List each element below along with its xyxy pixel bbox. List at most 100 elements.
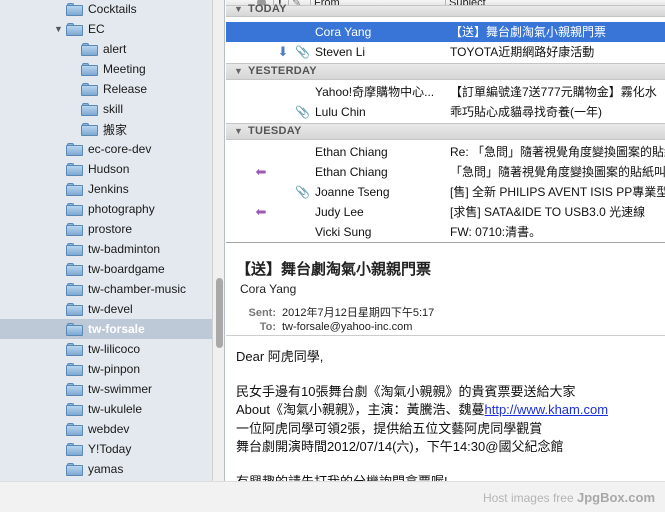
folder-icon <box>66 322 83 336</box>
attachment-paperclip-icon: 📎 <box>295 185 310 199</box>
collapse-triangle-icon[interactable]: ▼ <box>234 64 243 79</box>
disclosure-triangle-expanded-icon[interactable]: ▼ <box>54 24 64 34</box>
folder-icon <box>81 42 98 56</box>
folder-hudson[interactable]: Hudson <box>0 159 212 179</box>
folder-yamas[interactable]: yamas <box>0 459 212 479</box>
folder-ec-core-dev[interactable]: ec-core-dev <box>0 139 212 159</box>
folder-tw-forsale[interactable]: tw-forsale <box>0 319 212 339</box>
folder-tw-devel[interactable]: tw-devel <box>0 299 212 319</box>
folder-label: webdev <box>88 422 130 436</box>
preview-sender[interactable]: Cora Yang <box>240 282 296 296</box>
folder-moving[interactable]: 搬家 <box>0 119 212 139</box>
watermark-text: Host images free JpgBox.com <box>482 490 655 505</box>
folder-icon <box>66 282 83 296</box>
message-row[interactable]: Yahoo!奇摩購物中心... 【訂單編號逢7送777元購物金】霧化水 <box>226 82 665 102</box>
message-row[interactable]: ⬅ Judy Lee [求售] SATA&IDE TO USB3.0 光速線 <box>226 202 665 222</box>
folder-label: Y!Today <box>88 442 132 456</box>
message-preview: 【送】舞台劇淘氣小親親門票 Cora Yang Sent: 2012年7月12日星… <box>226 244 665 481</box>
message-row[interactable]: Cora Yang 【送】舞台劇淘氣小親親門票 <box>226 22 665 42</box>
body-line: 民女手邊有10張舞台劇《淘氣小親親》的貴賓票要送給大家 <box>236 383 576 399</box>
message-from: Vicki Sung <box>315 225 372 239</box>
folder-photography[interactable]: photography <box>0 199 212 219</box>
folder-webdev[interactable]: webdev <box>0 419 212 439</box>
preview-divider <box>226 335 665 336</box>
message-from: Joanne Tseng <box>315 185 390 199</box>
folder-icon <box>66 142 83 156</box>
folder-tw-ukulele[interactable]: tw-ukulele <box>0 399 212 419</box>
folder-icon <box>66 302 83 316</box>
preview-to-line: To: tw-forsale@yahoo-inc.com <box>226 321 413 333</box>
watermark-footer: Host images free JpgBox.com <box>0 481 665 512</box>
folder-label: tw-devel <box>88 302 133 316</box>
collapse-triangle-icon[interactable]: ▼ <box>234 2 243 17</box>
sent-value: 2012年7月12日星期四下午5:17 <box>282 307 435 319</box>
folder-meeting[interactable]: Meeting <box>0 59 212 79</box>
folder-label: tw-swimmer <box>88 382 152 396</box>
group-header-yesterday[interactable]: ▼ YESTERDAY <box>226 63 665 80</box>
group-header-tuesday[interactable]: ▼ TUESDAY <box>226 123 665 140</box>
message-from: Ethan Chiang <box>315 165 388 179</box>
message-row[interactable]: 📎 Lulu Chin 乖巧貼心成貓尋找奇養(一年) <box>226 102 665 122</box>
folder-label: prostore <box>88 222 133 236</box>
collapse-triangle-icon[interactable]: ▼ <box>234 124 243 139</box>
folder-label: tw-forsale <box>88 322 145 336</box>
folder-icon <box>81 82 98 96</box>
group-header-today[interactable]: ▼ TODAY <box>226 2 665 17</box>
message-row[interactable]: ⬅ Ethan Chiang 「急問」隨著視覺角度變換圖案的貼紙叫 <box>226 162 665 182</box>
folder-icon <box>66 462 83 476</box>
message-from: Ethan Chiang <box>315 145 388 159</box>
preview-sent-line: Sent: 2012年7月12日星期四下午5:17 <box>226 304 435 320</box>
body-greeting: Dear 阿虎同學, <box>236 349 324 364</box>
folder-label: yamas <box>88 462 124 476</box>
folder-label: Hudson <box>88 162 130 176</box>
message-subject: Re: 「急問」隨著視覺角度變換圖案的貼紙 <box>450 145 665 159</box>
preview-body: Dear 阿虎同學, 民女手邊有10張舞台劇《淘氣小親親》的貴賓票要送給大家 A… <box>236 348 665 481</box>
folder-alert[interactable]: alert <box>0 39 212 59</box>
folder-tw-badminton[interactable]: tw-badminton <box>0 239 212 259</box>
message-row[interactable]: Vicki Sung FW: 0710:清書。 <box>226 222 665 242</box>
preview-subject: 【送】舞台劇淘氣小親親門票 <box>236 261 432 278</box>
folder-label: 搬家 <box>103 122 128 137</box>
folder-label: alert <box>103 42 127 56</box>
folder-icon <box>66 22 83 36</box>
folder-tw-chamber-music[interactable]: tw-chamber-music <box>0 279 212 299</box>
message-from: Yahoo!奇摩購物中心... <box>315 85 435 99</box>
folder-label: Jenkins <box>88 182 129 196</box>
sent-label: Sent: <box>248 307 277 319</box>
folder-tw-pinpon[interactable]: tw-pinpon <box>0 359 212 379</box>
message-from: Judy Lee <box>315 205 364 219</box>
folder-release[interactable]: Release <box>0 79 212 99</box>
folder-label: skill <box>103 102 123 116</box>
body-link[interactable]: http://www.kham.com <box>484 402 608 417</box>
folder-tw-lilicoco[interactable]: tw-lilicoco <box>0 339 212 359</box>
folder-prostore[interactable]: prostore <box>0 219 212 239</box>
folder-icon <box>66 222 83 236</box>
folder-icon <box>66 362 83 376</box>
folder-tw-boardgame[interactable]: tw-boardgame <box>0 259 212 279</box>
sidebar-scrollbar[interactable] <box>212 0 224 481</box>
message-row[interactable]: ⬇ 📎 Steven Li TOYOTA近期網路好康活動 <box>226 42 665 62</box>
folder-ec[interactable]: ▼ EC <box>0 19 212 39</box>
to-value[interactable]: tw-forsale@yahoo-inc.com <box>282 321 412 333</box>
sidebar-scrollbar-thumb[interactable] <box>216 278 223 348</box>
folder-label: photography <box>88 202 155 216</box>
folder-cocktails[interactable]: Cocktails <box>0 0 212 19</box>
folder-label: tw-badminton <box>88 242 161 256</box>
folder-ytoday[interactable]: Y!Today <box>0 439 212 459</box>
message-subject: 【送】舞台劇淘氣小親親門票 <box>450 25 607 39</box>
message-subject: TOYOTA近期網路好康活動 <box>450 45 595 59</box>
message-row[interactable]: 📎 Joanne Tseng [售] 全新 PHILIPS AVENT ISIS… <box>226 182 665 202</box>
attachment-paperclip-icon: 📎 <box>295 105 310 119</box>
body-line: 有興趣的請先打我的分機詢問拿票喔! <box>236 473 448 482</box>
download-arrow-icon: ⬇ <box>277 44 289 59</box>
folder-icon <box>66 182 83 196</box>
message-row[interactable]: Ethan Chiang Re: 「急問」隨著視覺角度變換圖案的貼紙 <box>226 142 665 162</box>
folder-label: Cocktails <box>88 2 137 16</box>
folder-icon <box>66 242 83 256</box>
folder-jenkins[interactable]: Jenkins <box>0 179 212 199</box>
folder-skill[interactable]: skill <box>0 99 212 119</box>
folder-tw-swimmer[interactable]: tw-swimmer <box>0 379 212 399</box>
watermark-brand: JpgBox.com <box>576 490 655 505</box>
folder-label: tw-ukulele <box>88 402 143 416</box>
body-line: 舞台劇開演時間2012/07/14(六)，下午14:30@國父紀念館 <box>236 439 564 454</box>
